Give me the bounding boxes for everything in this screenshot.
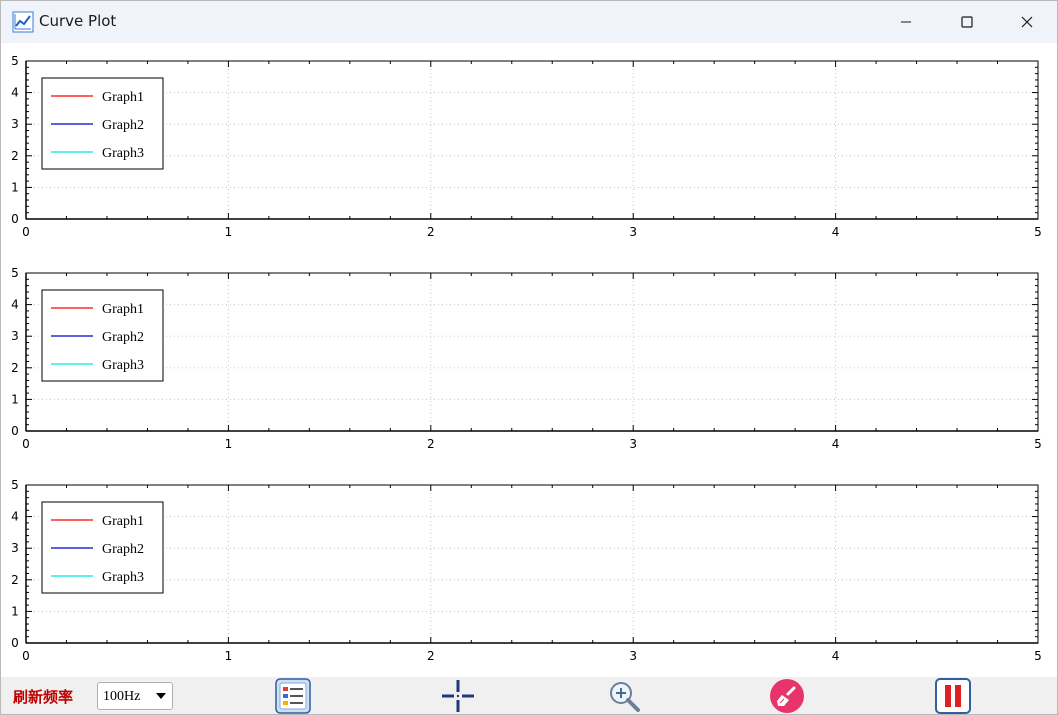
- legend-label-2: Graph2: [102, 118, 144, 133]
- y-tick-label: 4: [11, 86, 19, 100]
- minimize-icon: [901, 21, 911, 22]
- y-tick-label: 1: [11, 604, 19, 618]
- window-title: Curve Plot: [39, 12, 117, 30]
- maximize-icon: [961, 15, 973, 28]
- pause-button[interactable]: [935, 678, 971, 714]
- plot-3: 0 1 2 3 4 5 0 1 2 3 4 5 Graph1 Graph2 Graph3: [11, 478, 1042, 663]
- chart-line-icon: [12, 11, 34, 33]
- legend-list-icon: [275, 678, 311, 714]
- x-tick-label: 5: [1034, 225, 1042, 239]
- x-tick-label: 0: [22, 225, 30, 239]
- legend: Graph1 Graph2 Graph3: [41, 289, 164, 382]
- plot-2: 0 1 2 3 4 5 0 1 2 3 4 5 Graph1 Graph2 Graph3: [11, 266, 1042, 451]
- y-tick-label: 2: [11, 573, 19, 587]
- y-tick-label: 2: [11, 361, 19, 375]
- y-tick-label: 5: [11, 478, 19, 492]
- pause-icon: [935, 678, 971, 714]
- y-tick-label: 5: [11, 54, 19, 68]
- plots-canvas[interactable]: 0 1 2 3 4 5 0 1 2 3 4 5 Graph1 Graph2 Graph3 0 1 2 3 4 5 0 1 2 3…: [1, 43, 1057, 677]
- curve-plot-window: Curve Plot 0 1 2 3 4 5 0 1 2 3 4 5 Graph1 Graph2 Graph…: [0, 0, 1058, 715]
- zoom-button[interactable]: [606, 678, 642, 714]
- y-tick-label: 0: [11, 424, 19, 438]
- y-tick-label: 3: [11, 329, 19, 343]
- refresh-rate-select[interactable]: 100Hz: [97, 682, 173, 710]
- plot-1: 0 1 2 3 4 5 0 1 2 3 4 5 Graph1 Graph2 Graph3: [11, 54, 1042, 239]
- x-tick-label: 0: [22, 649, 30, 663]
- x-tick-label: 1: [225, 225, 233, 239]
- title-bar[interactable]: Curve Plot: [1, 1, 1057, 42]
- legend-label-3: Graph3: [102, 358, 144, 373]
- legend-label-2: Graph2: [102, 330, 144, 345]
- x-tick-label: 3: [629, 649, 637, 663]
- x-tick-label: 2: [427, 437, 435, 451]
- x-tick-label: 0: [22, 437, 30, 451]
- x-tick-label: 2: [427, 649, 435, 663]
- plot-frame: [25, 484, 1039, 644]
- plot-frame: [25, 60, 1039, 220]
- refresh-rate-label: 刷新频率: [13, 688, 74, 706]
- y-tick-label: 1: [11, 392, 19, 406]
- crosshair-icon: [442, 680, 474, 712]
- legend-label-1: Graph1: [102, 302, 144, 317]
- legend-label-1: Graph1: [102, 90, 144, 105]
- y-tick-label: 3: [11, 541, 19, 555]
- legend-toggle-button[interactable]: [275, 678, 311, 714]
- y-tick-label: 1: [11, 180, 19, 194]
- chevron-down-icon: [156, 693, 166, 699]
- plot-area: 0 1 2 3 4 5 0 1 2 3 4 5 Graph1 Graph2 Graph3 0 1 2 3 4 5 0 1 2 3…: [1, 43, 1057, 677]
- y-tick-label: 2: [11, 149, 19, 163]
- close-button[interactable]: [997, 1, 1057, 42]
- y-tick-label: 4: [11, 510, 19, 524]
- maximize-button[interactable]: [937, 1, 997, 42]
- bottom-toolbar: 刷新频率 100Hz: [1, 677, 1057, 714]
- x-tick-label: 4: [832, 649, 840, 663]
- x-tick-label: 1: [225, 649, 233, 663]
- legend-label-3: Graph3: [102, 570, 144, 585]
- x-tick-label: 3: [629, 225, 637, 239]
- x-tick-label: 5: [1034, 437, 1042, 451]
- x-tick-label: 1: [225, 437, 233, 451]
- y-tick-label: 4: [11, 298, 19, 312]
- crosshair-button[interactable]: [440, 678, 476, 714]
- x-tick-label: 4: [832, 437, 840, 451]
- x-tick-label: 5: [1034, 649, 1042, 663]
- y-tick-label: 0: [11, 212, 19, 226]
- legend: Graph1 Graph2 Graph3: [41, 501, 164, 594]
- legend: Graph1 Graph2 Graph3: [41, 77, 164, 170]
- refresh-rate-value: 100Hz: [103, 689, 141, 704]
- x-tick-label: 4: [832, 225, 840, 239]
- y-tick-label: 3: [11, 117, 19, 131]
- x-tick-label: 3: [629, 437, 637, 451]
- legend-label-2: Graph2: [102, 542, 144, 557]
- legend-label-3: Graph3: [102, 146, 144, 161]
- legend-label-1: Graph1: [102, 514, 144, 529]
- zoom-in-icon: [610, 682, 640, 712]
- plot-frame: [25, 272, 1039, 432]
- close-icon: [1021, 16, 1033, 27]
- minimize-button[interactable]: [876, 1, 936, 42]
- y-tick-label: 0: [11, 636, 19, 650]
- clear-broom-icon: [770, 679, 804, 713]
- clear-button[interactable]: [769, 678, 805, 714]
- y-tick-label: 5: [11, 266, 19, 280]
- x-tick-label: 2: [427, 225, 435, 239]
